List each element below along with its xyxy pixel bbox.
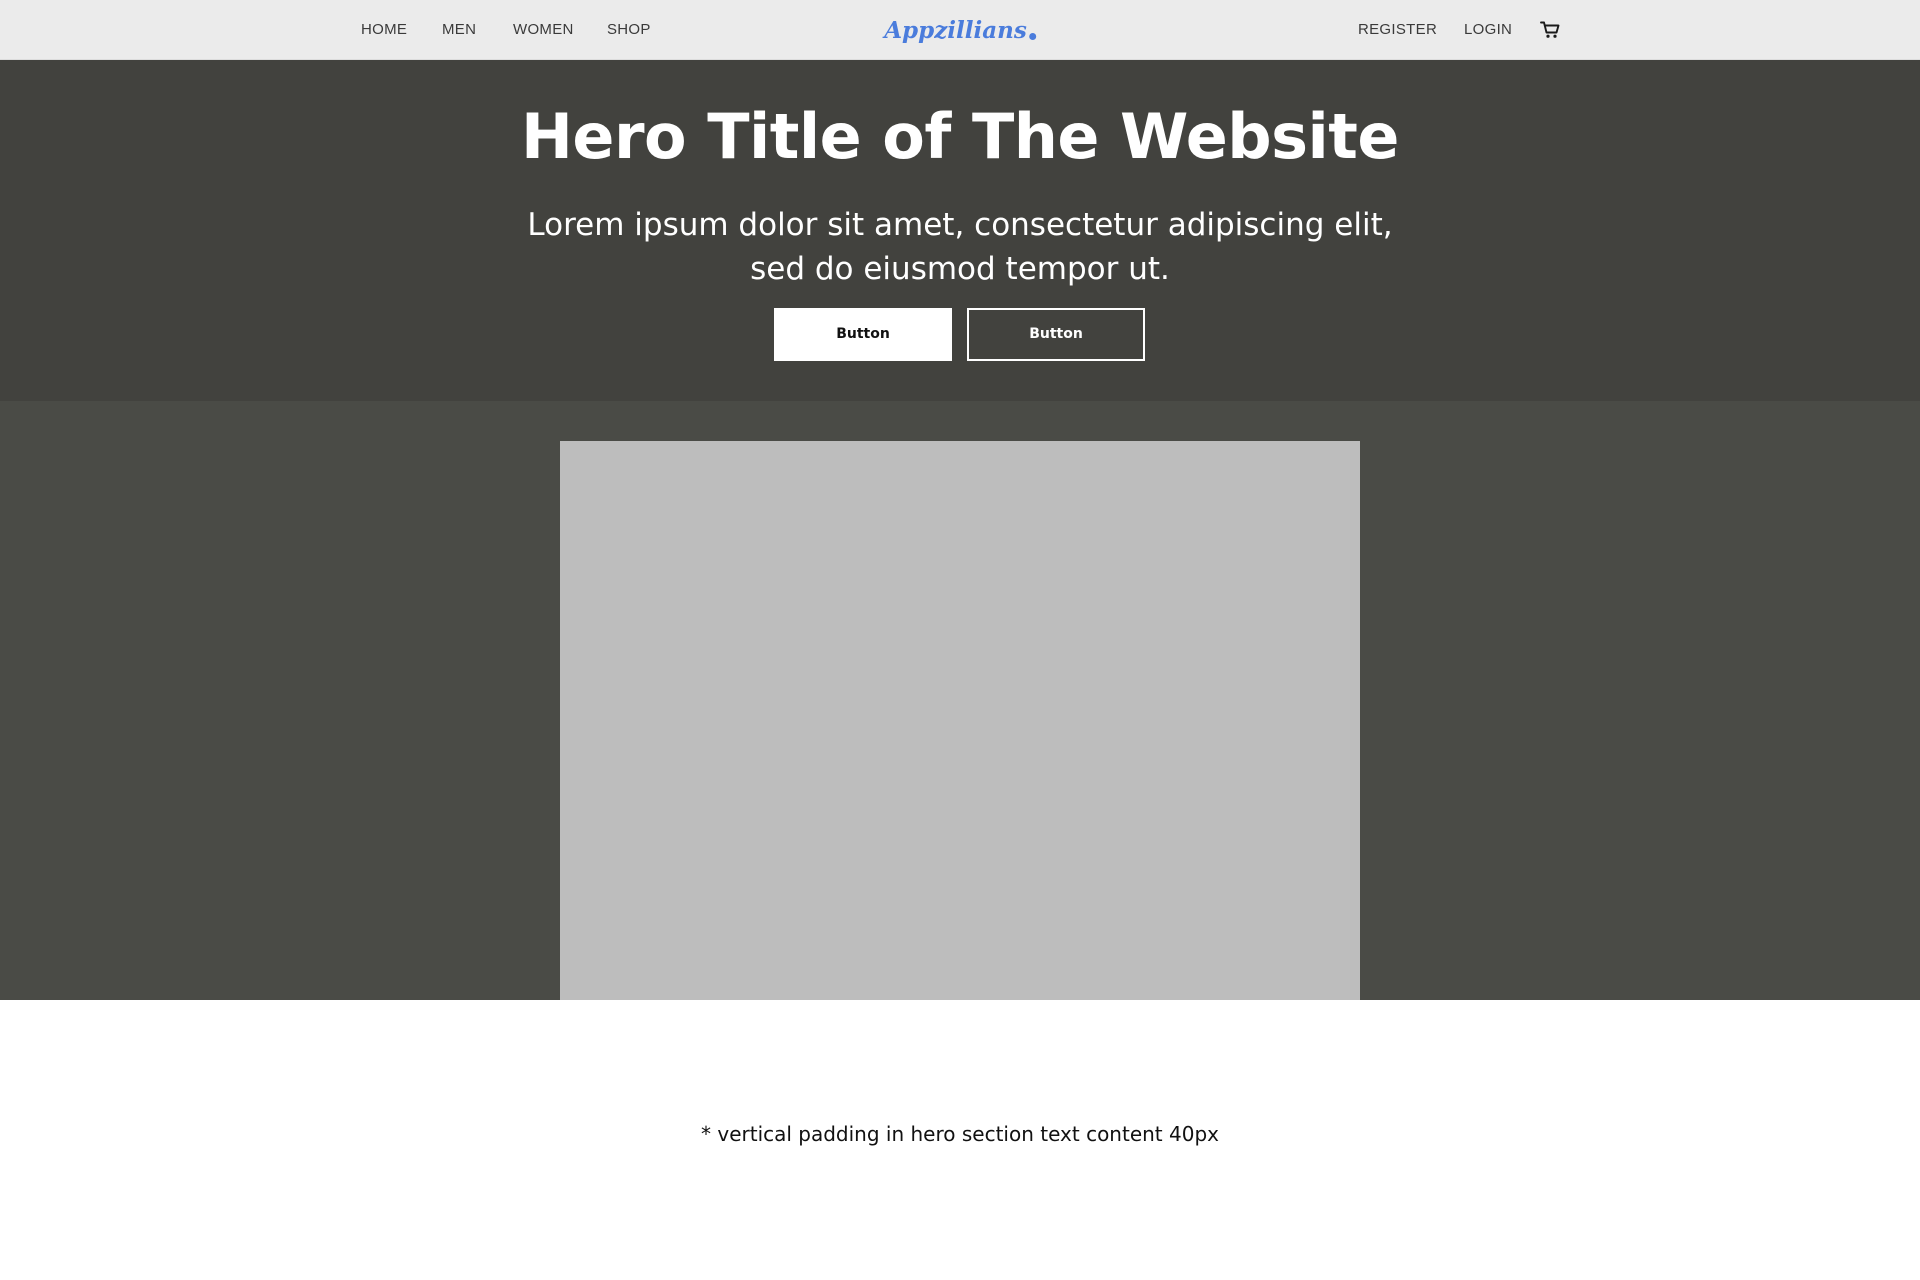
nav-link-login[interactable]: LOGIN	[1464, 0, 1512, 60]
primary-button[interactable]: Button	[774, 308, 952, 361]
hero-subtitle-line-2: sed do eiusmod tempor ut.	[750, 251, 1170, 287]
logo-dot	[1028, 33, 1036, 40]
cart-icon[interactable]	[1540, 21, 1560, 39]
nav-link-men[interactable]: MEN	[442, 0, 476, 60]
nav-link-women[interactable]: WOMEN	[513, 0, 574, 60]
hero-title: Hero Title of The Website	[521, 100, 1399, 173]
padding-note: * vertical padding in hero section text …	[701, 1122, 1219, 1146]
hero-image-placeholder	[560, 441, 1360, 1000]
nav-link-register[interactable]: REGISTER	[1358, 0, 1437, 60]
hero-text-section: Hero Title of The Website Lorem ipsum do…	[0, 60, 1920, 401]
brand-logo[interactable]: Appzillians	[884, 0, 1036, 60]
nav-link-shop[interactable]: SHOP	[607, 0, 651, 60]
hero-subtitle: Lorem ipsum dolor sit amet, consectetur …	[460, 203, 1460, 291]
nav-link-home[interactable]: HOME	[361, 0, 407, 60]
brand-logo-text: Appzillians	[884, 17, 1027, 44]
hero-subtitle-line-1: Lorem ipsum dolor sit amet, consectetur …	[527, 207, 1393, 243]
top-navbar: HOME MEN WOMEN SHOP Appzillians REGISTER…	[0, 0, 1920, 60]
hero-media-section	[0, 401, 1920, 1000]
secondary-button[interactable]: Button	[967, 308, 1145, 361]
